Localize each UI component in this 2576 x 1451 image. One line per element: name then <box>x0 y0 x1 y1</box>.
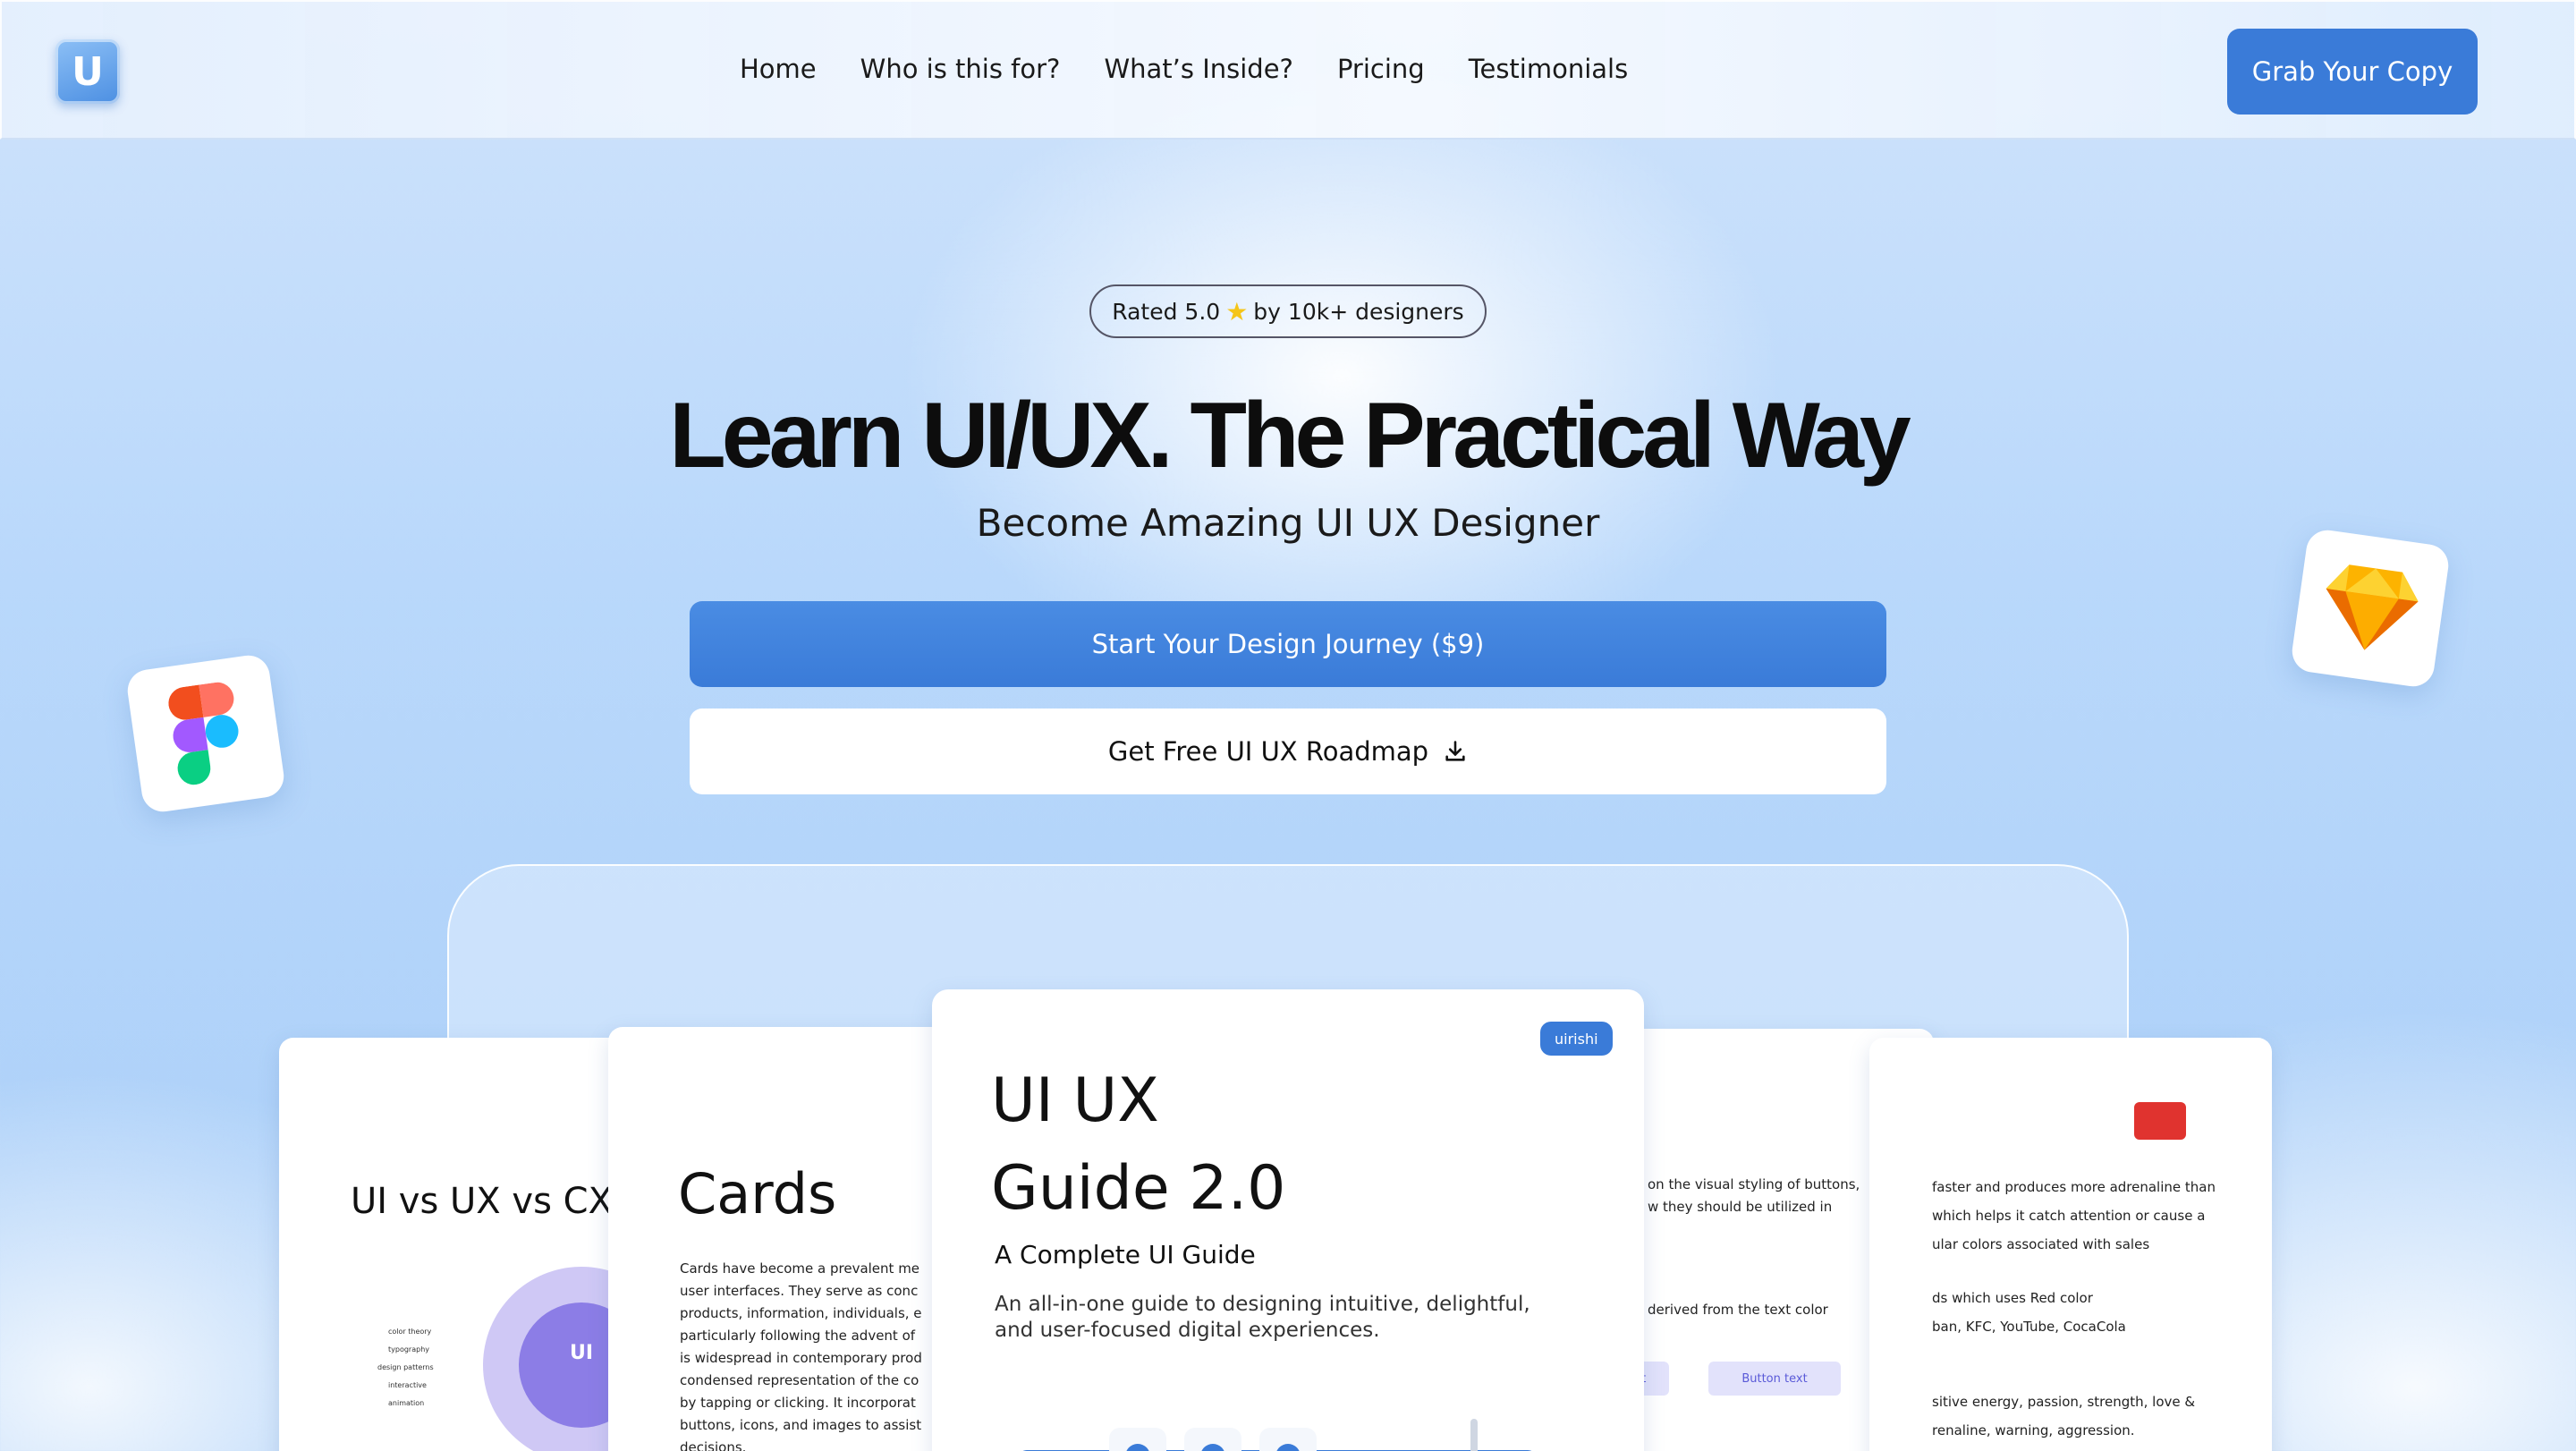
body-line: decisions. <box>680 1439 747 1451</box>
text-line: on the visual styling of buttons, <box>1648 1176 1860 1192</box>
text-block: faster and produces more adrenaline than… <box>1932 1177 2254 1254</box>
text-block: ds which uses Red color ban, KFC, YouTub… <box>1932 1288 2254 1336</box>
rating-prefix: Rated 5.0 <box>1112 298 1221 325</box>
text-line: ban, KFC, YouTube, CocaCola <box>1932 1319 2126 1335</box>
guide-title-line1: UI UX <box>991 1065 1159 1136</box>
sample-button-right: Button text <box>1708 1362 1841 1396</box>
start-design-journey-button[interactable]: Start Your Design Journey ($9) <box>690 601 1886 687</box>
text-line: w they should be utilized in <box>1648 1199 1833 1215</box>
guide-title-line2: Guide 2.0 <box>991 1153 1286 1224</box>
guide-cover: uirishi UI UX Guide 2.0 A Complete UI Gu… <box>932 989 1644 1451</box>
body-line: user interfaces. They serve as conc <box>680 1283 919 1299</box>
figma-tile <box>124 652 287 815</box>
rating-badge: Rated 5.0 ★ by 10k+ designers <box>1089 284 1487 338</box>
guide-subtitle: A Complete UI Guide <box>995 1240 1256 1269</box>
hero-subtitle: Become Amazing UI UX Designer <box>976 501 1600 545</box>
rating-suffix: by 10k+ designers <box>1253 298 1464 325</box>
venn-label: color theory <box>388 1328 432 1336</box>
nav-link-who-is-this-for[interactable]: Who is this for? <box>860 54 1061 84</box>
nav-links: Home Who is this for? What’s Inside? Pri… <box>740 54 1628 84</box>
navbar: U Home Who is this for? What’s Inside? P… <box>0 0 2576 140</box>
hero-title: Learn UI/UX. The Practical Way <box>669 384 1911 488</box>
card-title: UI vs UX vs CX <box>351 1181 613 1222</box>
venn-label: typography <box>388 1345 429 1353</box>
free-roadmap-label: Get Free UI UX Roadmap <box>1107 736 1429 767</box>
text-line: renaline, warning, aggression. <box>1932 1422 2135 1438</box>
text-block: sitive energy, passion, strength, love &… <box>1932 1392 2254 1440</box>
brand-badge: uirishi <box>1540 1022 1613 1056</box>
venn-label: interactive <box>388 1381 427 1389</box>
text-line: which helps it catch attention or cause … <box>1932 1208 2206 1224</box>
sketch-tile <box>2289 527 2452 690</box>
nav-link-pricing[interactable]: Pricing <box>1337 54 1425 84</box>
venn-label: design patterns <box>377 1363 434 1371</box>
body-line: condensed representation of the co <box>680 1372 919 1388</box>
logo-icon[interactable]: U <box>55 39 120 104</box>
page-colors: faster and produces more adrenaline than… <box>1869 1038 2272 1451</box>
body-line: products, information, individuals, e <box>680 1305 922 1321</box>
sketch-logo-icon <box>2326 564 2419 650</box>
text-line: sitive energy, passion, strength, love & <box>1932 1394 2196 1410</box>
guide-description: An all-in-one guide to designing intuiti… <box>995 1293 1530 1342</box>
svg-text:+: + <box>1131 1447 1144 1451</box>
red-swatch <box>2134 1102 2186 1140</box>
body-line: buttons, icons, and images to assist <box>680 1417 922 1433</box>
text-line: derived from the text color <box>1648 1302 1828 1318</box>
page-cards: Cards Cards have become a prevalent me u… <box>608 1027 984 1451</box>
body-line: particularly following the advent of <box>680 1328 916 1344</box>
body-line: by tapping or clicking. It incorporat <box>680 1395 916 1411</box>
free-roadmap-button[interactable]: Get Free UI UX Roadmap <box>690 709 1886 794</box>
text-line: faster and produces more adrenaline than <box>1932 1179 2216 1195</box>
text-line: ular colors associated with sales <box>1932 1236 2150 1252</box>
grab-your-copy-button[interactable]: Grab Your Copy <box>2227 29 2478 115</box>
text-line: ds which uses Red color <box>1932 1290 2093 1306</box>
body-line: is widespread in contemporary prod <box>680 1350 922 1366</box>
nav-link-home[interactable]: Home <box>740 54 817 84</box>
card-body: Cards have become a prevalent me user in… <box>680 1258 975 1451</box>
card-title: Cards <box>678 1161 837 1226</box>
nav-link-testimonials[interactable]: Testimonials <box>1469 54 1629 84</box>
ui-illustration-icon: + <box>1022 1419 1532 1451</box>
guide-title: UI UX Guide 2.0 <box>991 1057 1285 1233</box>
star-icon: ★ <box>1225 296 1249 327</box>
text-block: on the visual styling of buttons, w they… <box>1648 1174 1880 1218</box>
body-line: Cards have become a prevalent me <box>680 1260 920 1277</box>
venn-label: animation <box>388 1399 425 1407</box>
nav-link-whats-inside[interactable]: What’s Inside? <box>1104 54 1292 84</box>
figma-logo-icon <box>168 682 239 785</box>
download-icon <box>1445 741 1465 761</box>
